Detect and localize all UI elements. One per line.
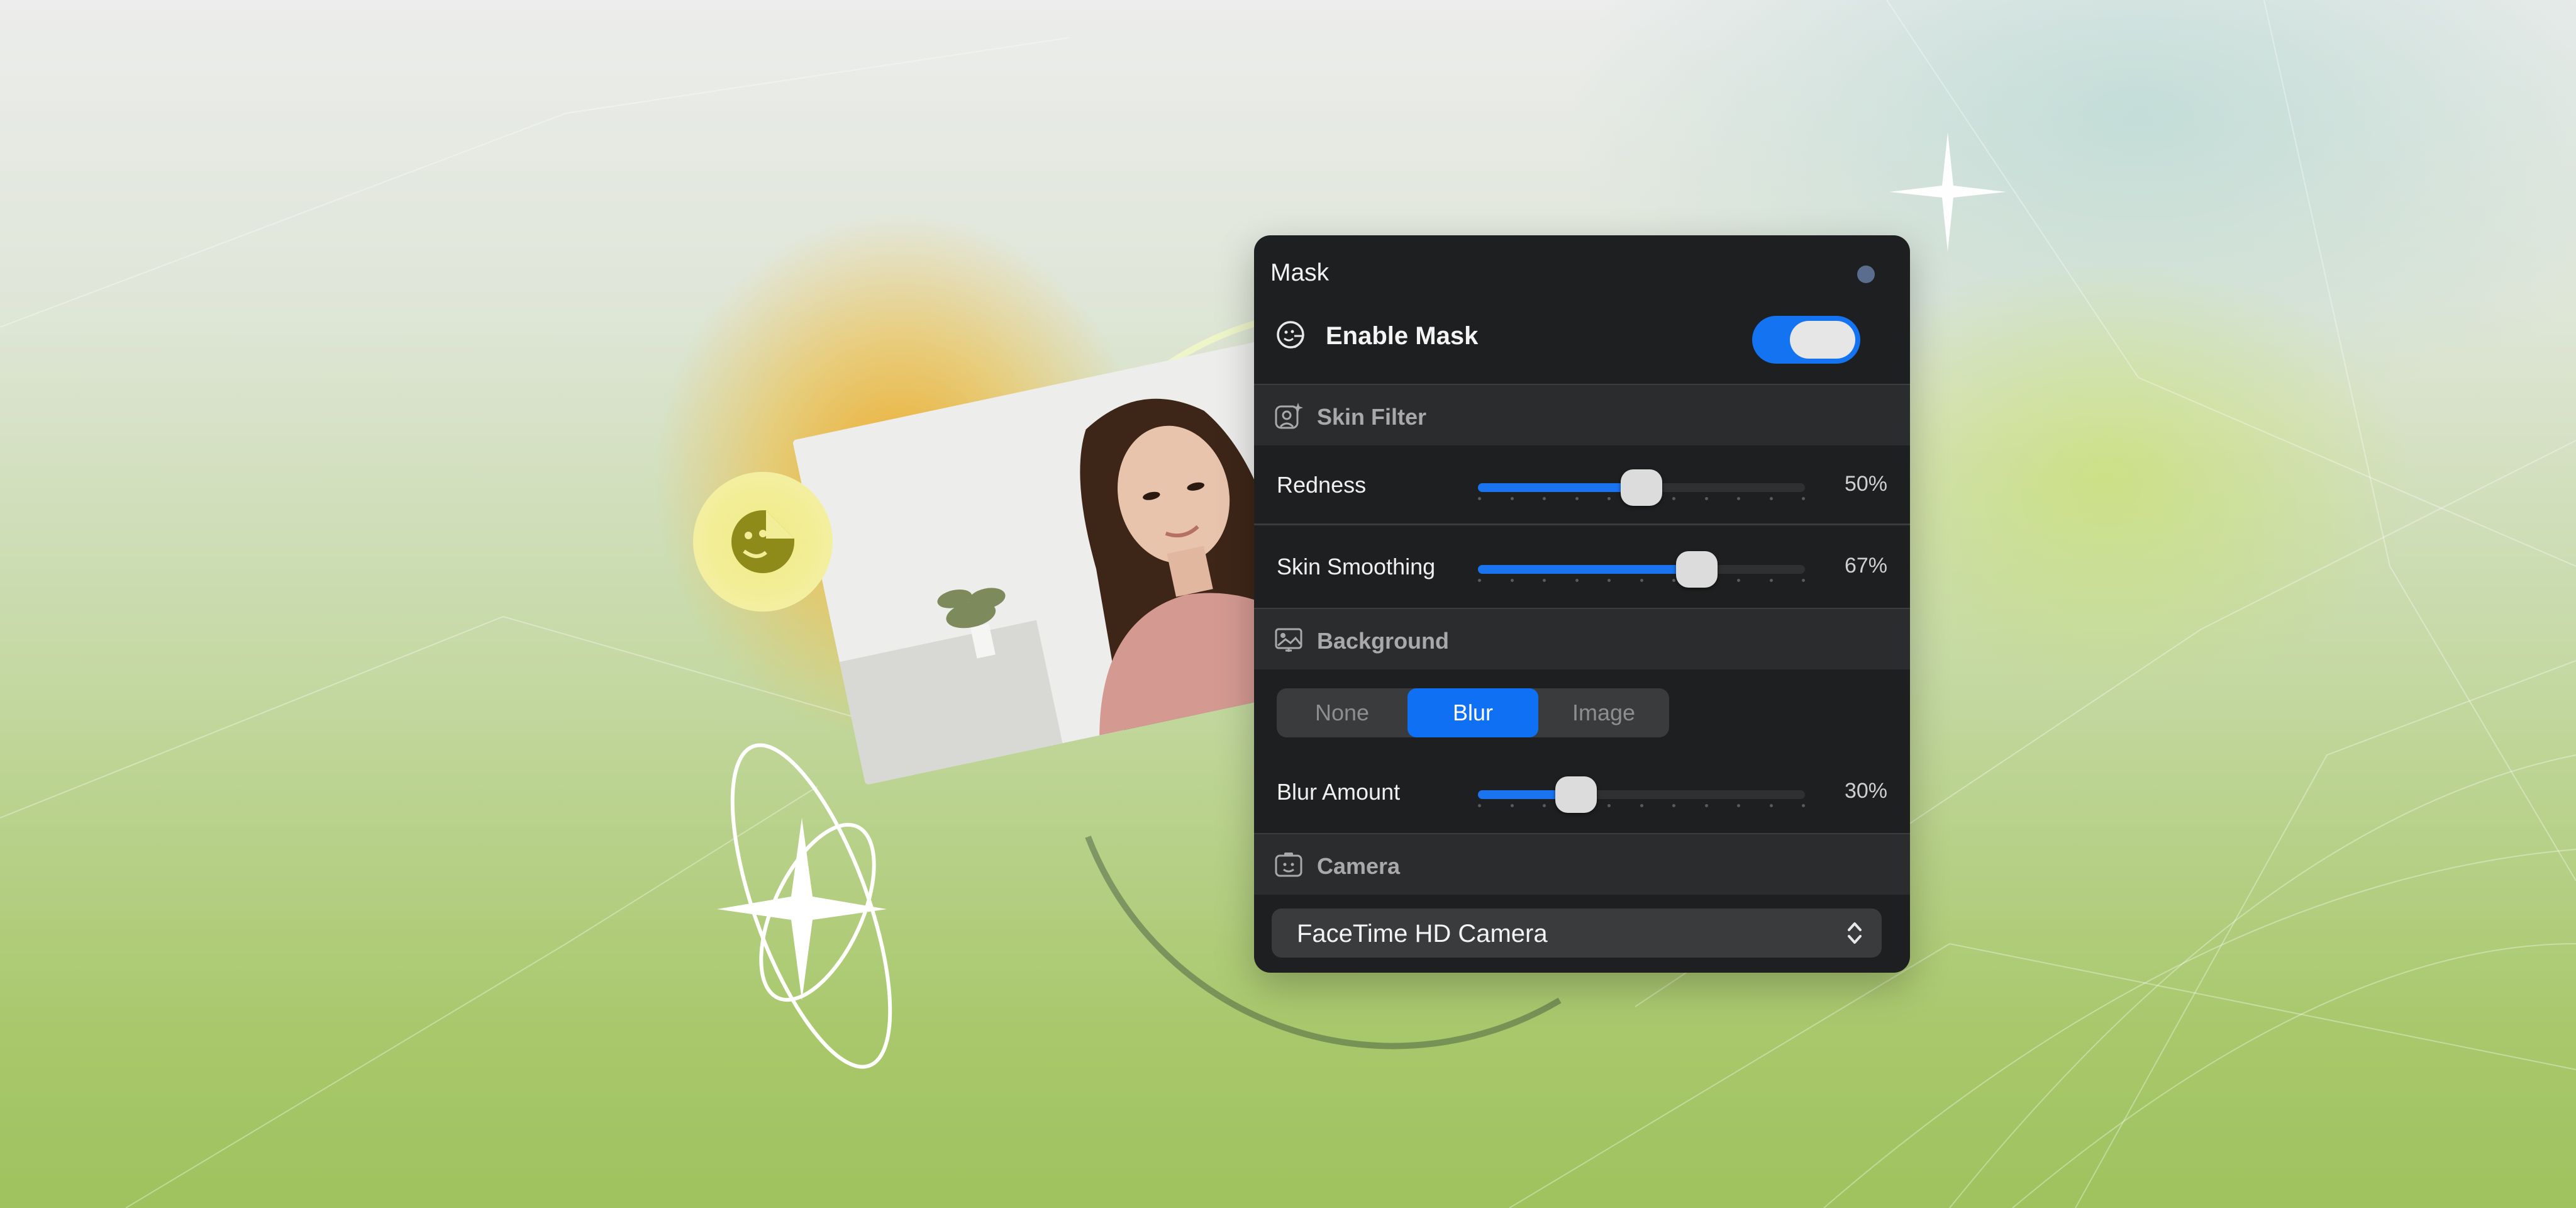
slider-tick xyxy=(1672,497,1675,500)
slider-tick xyxy=(1802,804,1805,807)
background-header: Background xyxy=(1254,608,1910,669)
slider-tick xyxy=(1640,804,1643,807)
slider-tick xyxy=(1510,804,1514,807)
skin-smoothing-thumb[interactable] xyxy=(1676,551,1718,588)
slider-ticks xyxy=(1478,579,1805,583)
camera-header: Camera xyxy=(1254,833,1910,895)
slider-tick xyxy=(1543,579,1546,582)
redness-value: 50% xyxy=(1844,472,1887,496)
slider-tick xyxy=(1769,804,1773,807)
chevron-up-down-icon xyxy=(1848,922,1862,944)
redness-thumb[interactable] xyxy=(1621,469,1662,506)
slider-tick xyxy=(1737,579,1740,582)
camera-select-value: FaceTime HD Camera xyxy=(1297,920,1548,948)
face-sparkle-icon xyxy=(1275,403,1303,429)
blur-amount-thumb[interactable] xyxy=(1555,776,1597,813)
slider-tick xyxy=(1672,579,1675,582)
slider-tick xyxy=(1478,579,1481,582)
mask-sticker-icon xyxy=(731,510,794,573)
segment-blur[interactable]: Blur xyxy=(1407,688,1538,737)
skin-smoothing-slider[interactable] xyxy=(1478,551,1805,588)
slider-tick xyxy=(1737,497,1740,500)
slider-tick xyxy=(1704,497,1708,500)
redness-fill xyxy=(1478,483,1641,492)
slider-tick xyxy=(1510,579,1514,582)
enable-mask-row: Enable Mask xyxy=(1254,303,1910,366)
slider-tick xyxy=(1769,497,1773,500)
slider-tick xyxy=(1737,804,1740,807)
slider-tick xyxy=(1802,579,1805,582)
slider-tick xyxy=(1543,804,1546,807)
skin-filter-title: Skin Filter xyxy=(1317,404,1427,430)
slider-tick xyxy=(1510,497,1514,500)
redness-label: Redness xyxy=(1277,472,1367,498)
slider-tick xyxy=(1607,804,1611,807)
background-title: Background xyxy=(1317,628,1450,654)
sticker-badge xyxy=(693,472,833,612)
blur-amount-row: Blur Amount 30% xyxy=(1254,751,1910,830)
mask-panel: Mask Enable Mask Skin Filter Redness 50%… xyxy=(1254,235,1910,973)
slider-tick xyxy=(1672,804,1675,807)
skin-smoothing-label: Skin Smoothing xyxy=(1277,554,1436,579)
enable-mask-label: Enable Mask xyxy=(1326,322,1479,350)
blur-amount-slider[interactable] xyxy=(1478,776,1805,813)
slider-tick xyxy=(1575,579,1579,582)
background-mode-segmented: None Blur Image xyxy=(1277,688,1669,737)
slider-tick xyxy=(1769,579,1773,582)
panel-title: Mask xyxy=(1270,259,1330,286)
segment-none[interactable]: None xyxy=(1277,688,1407,737)
slider-tick xyxy=(1802,497,1805,500)
window-status-dot[interactable] xyxy=(1857,266,1875,283)
slider-tick xyxy=(1607,497,1611,500)
blur-amount-value: 30% xyxy=(1844,779,1887,803)
slider-tick xyxy=(1478,497,1481,500)
camera-select[interactable]: FaceTime HD Camera xyxy=(1272,909,1882,958)
mask-face-icon xyxy=(1277,321,1304,349)
background-image-icon xyxy=(1275,628,1302,652)
skin-smoothing-value: 67% xyxy=(1844,554,1887,578)
camera-title: Camera xyxy=(1317,853,1401,879)
skin-smoothing-fill xyxy=(1478,565,1697,574)
enable-mask-toggle[interactable] xyxy=(1752,316,1860,364)
divider xyxy=(1254,523,1910,525)
redness-row: Redness 50% xyxy=(1254,444,1910,523)
slider-ticks xyxy=(1478,804,1805,808)
slider-tick xyxy=(1478,804,1481,807)
slider-tick xyxy=(1543,497,1546,500)
blur-amount-label: Blur Amount xyxy=(1277,779,1401,805)
toggle-knob xyxy=(1790,321,1855,359)
skin-smoothing-row: Skin Smoothing 67% xyxy=(1254,526,1910,605)
skin-filter-header: Skin Filter xyxy=(1254,384,1910,445)
slider-tick xyxy=(1575,497,1579,500)
redness-slider[interactable] xyxy=(1478,469,1805,506)
camera-face-icon xyxy=(1275,853,1302,877)
slider-tick xyxy=(1704,804,1708,807)
slider-tick xyxy=(1640,579,1643,582)
segment-image[interactable]: Image xyxy=(1538,688,1669,737)
slider-tick xyxy=(1607,579,1611,582)
